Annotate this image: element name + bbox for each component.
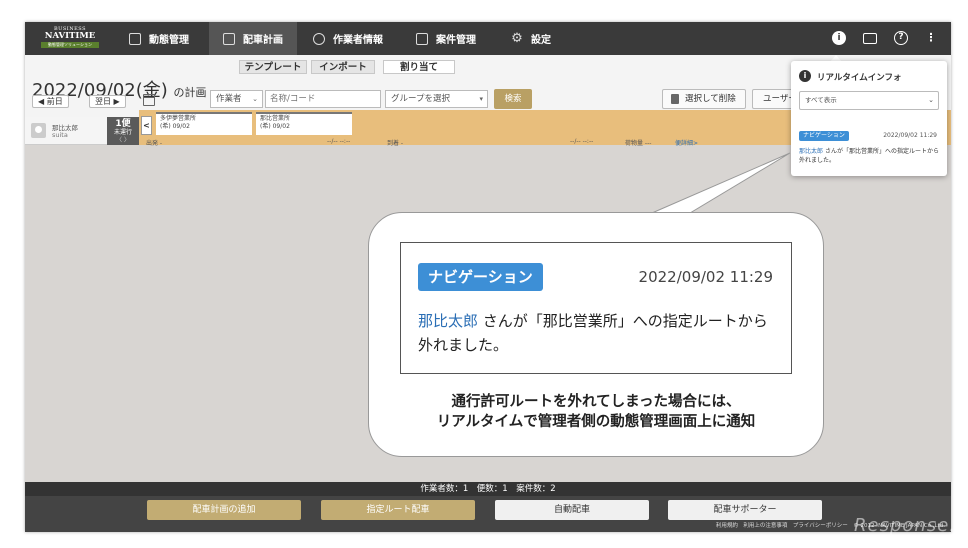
navitime-logo[interactable]: BUSINESS NAVITIME 動態管理ソリューション — [41, 26, 99, 50]
stop-date: (希) 09/02 — [260, 123, 290, 130]
car-icon — [129, 32, 141, 45]
calendar-list-icon — [223, 32, 235, 45]
mail-icon[interactable] — [863, 33, 877, 44]
trash-icon — [671, 94, 679, 104]
notification-message: 那比太郎 さんが「那比営業所」への指定ルートから外れました。 — [799, 147, 941, 165]
zoomed-time: 2022/09/02 11:29 — [638, 268, 773, 286]
collapse-button[interactable]: < — [141, 116, 152, 135]
stop-name: 多伊夢営業所 — [160, 115, 197, 122]
popup-title: リアルタイムインフォ — [817, 73, 902, 83]
chevron-down-icon: ⌄ — [928, 96, 934, 104]
counts-bar: 作業者数：1 便数：1 案件数：2 — [25, 482, 951, 496]
zoomed-notification: ナビゲーション 2022/09/02 11:29 那比太郎 さんが「那比営業所」… — [400, 242, 792, 374]
arrive-label: 到着 - — [387, 140, 404, 147]
stop-card[interactable]: 多伊夢営業所 (希) 09/02 — [156, 112, 252, 135]
avatar — [31, 123, 46, 138]
depart-time: --/-- --:-- — [327, 138, 351, 145]
plan-suffix: の計画 — [173, 86, 207, 99]
realtime-filter-select[interactable]: すべて表示 ⌄ — [799, 91, 939, 110]
driver-link[interactable]: 那比太郎 — [799, 148, 823, 155]
add-plan-button[interactable]: 配車計画の追加 — [147, 500, 301, 520]
stop-name: 那比営業所 — [260, 115, 291, 122]
prev-day-button[interactable]: ◀ 前日 — [32, 95, 69, 108]
nav-item-label: 案件管理 — [436, 35, 476, 46]
tab-template[interactable]: テンプレート — [239, 60, 307, 74]
tab-assign[interactable]: 割り当て — [383, 60, 455, 74]
bottom-action-bar: 配車計画の追加 指定ルート配車 自動配車 配車サポーター 利用規約 利用上の注意… — [25, 496, 951, 532]
trip-arrows[interactable]: 〈 〉 — [107, 137, 139, 144]
dropdown-arrow-icon: ▾ — [479, 95, 483, 103]
callout-caption: 通行許可ルートを外れてしまった場合には、 リアルタイムで管理者側の動態管理画面上… — [368, 392, 824, 432]
chevron-down-icon: ⌄ — [252, 95, 258, 103]
nav-item-dispatch-plan[interactable]: 配車計画 — [209, 22, 297, 55]
worker-select-value: 作業者 — [216, 94, 242, 104]
next-day-button[interactable]: 翌日 ▶ — [89, 95, 126, 108]
stop-card[interactable]: 那比営業所 (希) 09/02 — [256, 112, 352, 135]
nav-item-label: 配車計画 — [243, 35, 283, 46]
delete-selected-label: 選択して削除 — [685, 94, 736, 104]
worker-select[interactable]: 作業者 ⌄ — [210, 90, 263, 108]
group-select-value: グループを選択 — [391, 94, 450, 104]
depart-label: 出発 - — [146, 140, 163, 147]
more-icon[interactable]: ⋮ — [924, 31, 938, 45]
zoomed-message: 那比太郎 さんが「那比営業所」への指定ルートから外れました。 — [418, 309, 778, 357]
nav-item-case-management[interactable]: 案件管理 — [406, 22, 496, 55]
nav-item-label: 動態管理 — [149, 35, 189, 46]
info-icon: i — [799, 70, 811, 82]
nav-item-label: 設定 — [531, 35, 551, 46]
auto-dispatch-button[interactable]: 自動配車 — [495, 500, 649, 520]
filter-value: すべて表示 — [805, 96, 837, 104]
clipboard-icon — [416, 32, 428, 45]
logo-line2: NAVITIME — [44, 31, 96, 41]
driver-cell[interactable]: 那比太郎 suita — [25, 117, 107, 145]
arrive-time: --/-- --:-- — [570, 138, 594, 145]
trip-cell[interactable]: 1便 未運行 〈 〉 — [107, 117, 139, 145]
caption-line1: 通行許可ルートを外れてしまった場合には、 — [451, 394, 741, 410]
navigation-badge: ナビゲーション — [799, 131, 849, 141]
nav-item-label: 作業者情報 — [333, 35, 383, 46]
trip-detail-link[interactable]: 便詳細> — [675, 138, 698, 147]
nav-item-worker-info[interactable]: 作業者情報 — [303, 22, 399, 55]
driver-sub: suita — [52, 131, 68, 139]
notification-time: 2022/09/02 11:29 — [883, 132, 937, 139]
tab-import[interactable]: インポート — [311, 60, 375, 74]
info-icon[interactable]: i — [832, 31, 846, 45]
name-code-input[interactable] — [265, 90, 381, 108]
delete-selected-button[interactable]: 選択して削除 — [662, 89, 746, 109]
nav-item-dynamic-management[interactable]: 動態管理 — [115, 22, 203, 55]
zoomed-driver-name: 那比太郎 — [418, 312, 479, 330]
response-watermark: Response. — [854, 515, 956, 536]
calendar-icon[interactable] — [143, 94, 155, 106]
trip-status: 未運行 — [113, 129, 132, 136]
person-icon — [313, 32, 325, 45]
logo-line3: 動態管理ソリューション — [41, 42, 99, 48]
search-button[interactable]: 検索 — [494, 89, 532, 109]
gear-icon: ⚙ — [511, 30, 523, 46]
designated-route-dispatch-button[interactable]: 指定ルート配車 — [321, 500, 475, 520]
group-select[interactable]: グループを選択 ▾ — [385, 90, 488, 108]
stop-date: (希) 09/02 — [160, 123, 190, 130]
caption-line2: リアルタイムで管理者側の動態管理画面上に通知 — [436, 414, 756, 430]
trip-number: 1便 — [115, 119, 131, 129]
realtime-info-popup: i リアルタイムインフォ すべて表示 ⌄ ナビゲーション 2022/09/02 … — [791, 61, 947, 176]
zoomed-navigation-badge: ナビゲーション — [418, 263, 543, 291]
help-icon[interactable]: ? — [894, 31, 908, 45]
dispatch-supporter-button[interactable]: 配車サポーター — [668, 500, 822, 520]
cargo-label: 荷物量 --- — [625, 140, 652, 147]
nav-item-settings[interactable]: ⚙ 設定 — [509, 22, 579, 55]
top-navigation-bar: BUSINESS NAVITIME 動態管理ソリューション 動態管理 配車計画 … — [25, 22, 951, 55]
